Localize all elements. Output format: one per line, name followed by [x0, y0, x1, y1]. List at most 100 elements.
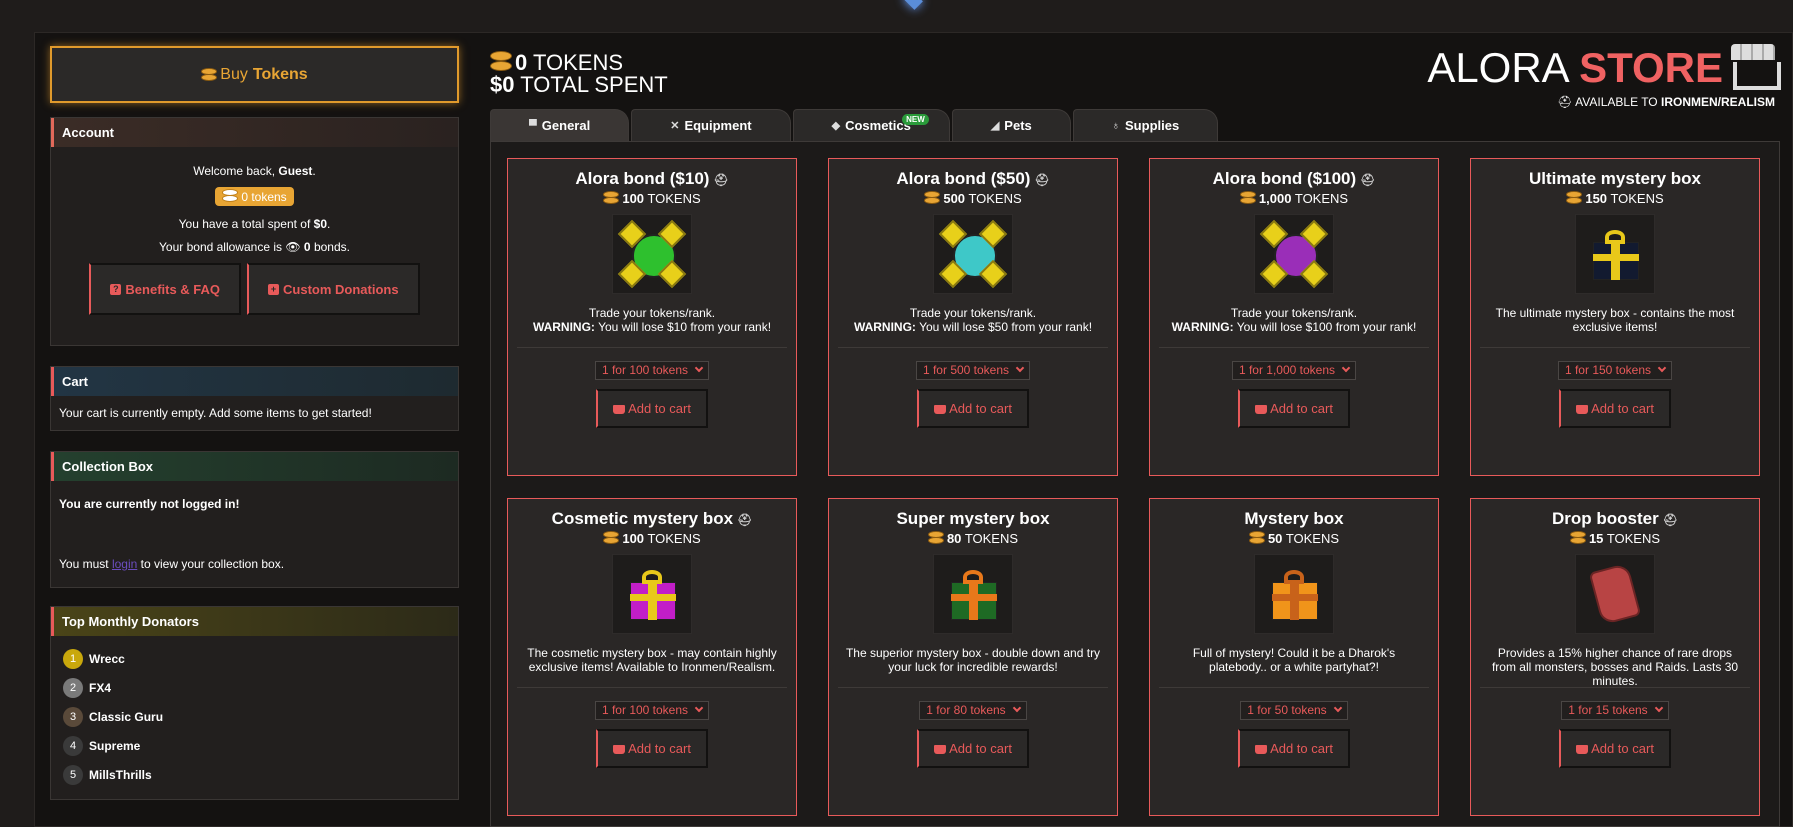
donator-row: 1 Wrecc	[59, 644, 450, 673]
tokens-badge: 0 tokens	[215, 187, 294, 206]
tab-label: Pets	[1004, 118, 1032, 133]
login-link[interactable]: login	[112, 557, 137, 571]
product-description: Full of mystery! Could it be a Dharok's …	[1192, 646, 1396, 674]
store-word-store: STORE	[1579, 44, 1723, 91]
plus-icon: +	[268, 283, 280, 295]
tab-label: Supplies	[1125, 118, 1180, 133]
mystery-box-icon	[1587, 226, 1643, 282]
cart-icon	[934, 405, 947, 414]
coins-icon	[927, 531, 944, 544]
rank-badge: 5	[63, 764, 83, 785]
tab-label: General	[541, 118, 591, 133]
category-tabs: ▀ General ✕ Equipment ◆ Cosmetics NEW ◢ Pets ♁ Sup…	[490, 109, 1220, 141]
add-to-cart-button[interactable]: Add to cart	[596, 389, 708, 428]
mystery-box-icon	[945, 566, 1001, 622]
add-to-cart-button[interactable]: Add to cart	[1238, 729, 1350, 768]
rank-badge: 1	[63, 648, 83, 669]
product-card: Drop booster ⛑ 15 TOKENS Provides a 15% hig…	[1470, 498, 1760, 816]
coins-icon	[201, 68, 218, 81]
donator-row: 3 Classic Guru	[59, 702, 450, 731]
product-card: Alora bond ($50) ⛑ 500 TOKENS Trade your to…	[828, 158, 1118, 476]
bond-icon	[1259, 219, 1329, 289]
helm-icon: ⛑	[1360, 173, 1376, 187]
product-price: 50 TOKENS	[1150, 531, 1438, 546]
benefits-faq-button[interactable]: ? Benefits & FAQ	[89, 263, 242, 315]
quantity-select[interactable]: 1 for 15 tokens	[1561, 701, 1669, 720]
mystery-box-icon	[1266, 566, 1322, 622]
coins-icon	[1248, 531, 1265, 544]
product-title: Alora bond ($50) ⛑	[896, 169, 1050, 188]
product-title: Ultimate mystery box	[1529, 169, 1701, 188]
login-prompt: You must login to view your collection b…	[59, 557, 285, 571]
potion-icon: ♁	[1111, 119, 1121, 132]
coins-icon	[603, 531, 620, 544]
chevron-down-icon	[1654, 703, 1663, 713]
quantity-select[interactable]: 1 for 80 tokens	[919, 701, 1027, 720]
tab-general[interactable]: ▀ General	[490, 109, 630, 141]
tab-equipment[interactable]: ✕ Equipment	[631, 109, 791, 141]
add-to-cart-button[interactable]: Add to cart	[1238, 389, 1350, 428]
coins-icon	[1569, 531, 1586, 544]
donator-name: MillsThrills	[89, 767, 152, 782]
add-to-cart-button[interactable]: Add to cart	[1559, 729, 1671, 768]
scroll-icon	[1588, 562, 1642, 626]
product-price: 500 TOKENS	[829, 191, 1117, 206]
swords-icon: ✕	[670, 120, 680, 132]
store-word-alora: ALORA	[1427, 44, 1568, 91]
product-card: Ultimate mystery box 150 TOKENS The ultima…	[1470, 158, 1760, 476]
not-logged-text: You are currently not logged in!	[59, 497, 240, 511]
divider	[1480, 347, 1750, 348]
cart-panel: Cart Your cart is currently empty. Add s…	[50, 366, 459, 431]
product-title: Alora bond ($10) ⛑	[575, 169, 729, 188]
chevron-down-icon	[1341, 363, 1351, 373]
divider	[517, 347, 787, 348]
product-image	[1575, 214, 1655, 294]
add-to-cart-button[interactable]: Add to cart	[596, 729, 708, 768]
product-price: 1,000 TOKENS	[1150, 191, 1438, 206]
product-title: Cosmetic mystery box ⛑	[551, 509, 753, 528]
donators-title: Top Monthly Donators	[51, 607, 458, 636]
buy-label-bold: Tokens	[252, 65, 308, 83]
tab-label: Equipment	[684, 118, 752, 133]
product-description: The ultimate mystery box - contains the …	[1495, 306, 1735, 334]
cart-icon	[613, 745, 626, 754]
quantity-select[interactable]: 1 for 100 tokens	[594, 361, 710, 380]
tab-supplies[interactable]: ♁ Supplies	[1072, 109, 1219, 141]
buy-tokens-button[interactable]: Buy Tokens	[50, 46, 459, 103]
buy-label: Buy	[220, 65, 248, 83]
chevron-down-icon	[1333, 703, 1342, 713]
tab-pets[interactable]: ◢ Pets	[951, 109, 1071, 141]
total-spent: $0	[490, 72, 515, 97]
product-title: Super mystery box	[896, 509, 1050, 528]
quantity-select[interactable]: 1 for 100 tokens	[594, 701, 710, 720]
product-description: The cosmetic mystery box - may contain h…	[527, 646, 777, 674]
tab-cosmetics[interactable]: ◆ Cosmetics NEW	[792, 109, 950, 141]
bond-allowance-text: Your bond allowance is 👁 0 bonds.	[159, 240, 350, 254]
donator-name: FX4	[89, 680, 112, 695]
chevron-down-icon	[694, 363, 704, 373]
product-image	[1575, 554, 1655, 634]
mystery-box-icon	[624, 566, 680, 622]
product-description: The superior mystery box - double down a…	[845, 646, 1101, 674]
add-to-cart-button[interactable]: Add to cart	[917, 389, 1029, 428]
chevron-down-icon	[1657, 363, 1667, 373]
quantity-select[interactable]: 1 for 1,000 tokens	[1231, 361, 1357, 380]
helm-icon: ⛑	[1662, 513, 1678, 527]
quantity-select[interactable]: 1 for 150 tokens	[1557, 361, 1673, 380]
quantity-select[interactable]: 1 for 50 tokens	[1240, 701, 1348, 720]
top-glow-decoration	[903, 0, 923, 10]
helm-icon: ⛑	[713, 173, 729, 187]
chevron-down-icon	[694, 703, 704, 713]
new-badge: NEW	[902, 114, 929, 125]
product-card: Alora bond ($10) ⛑ 100 TOKENS Trade your to…	[507, 158, 797, 476]
product-description: Trade your tokens/rank. WARNING: You will…	[532, 306, 772, 334]
quantity-select[interactable]: 1 for 500 tokens	[915, 361, 1031, 380]
custom-donations-button[interactable]: + Custom Donations	[247, 263, 420, 315]
product-title: Drop booster ⛑	[1552, 509, 1678, 528]
product-title: Mystery box	[1244, 509, 1344, 528]
store-icon: ▀	[529, 119, 537, 132]
add-to-cart-button[interactable]: Add to cart	[917, 729, 1029, 768]
add-to-cart-button[interactable]: Add to cart	[1559, 389, 1671, 428]
cart-title: Cart	[51, 367, 458, 396]
cart-empty-text: Your cart is currently empty. Add some i…	[59, 406, 372, 420]
